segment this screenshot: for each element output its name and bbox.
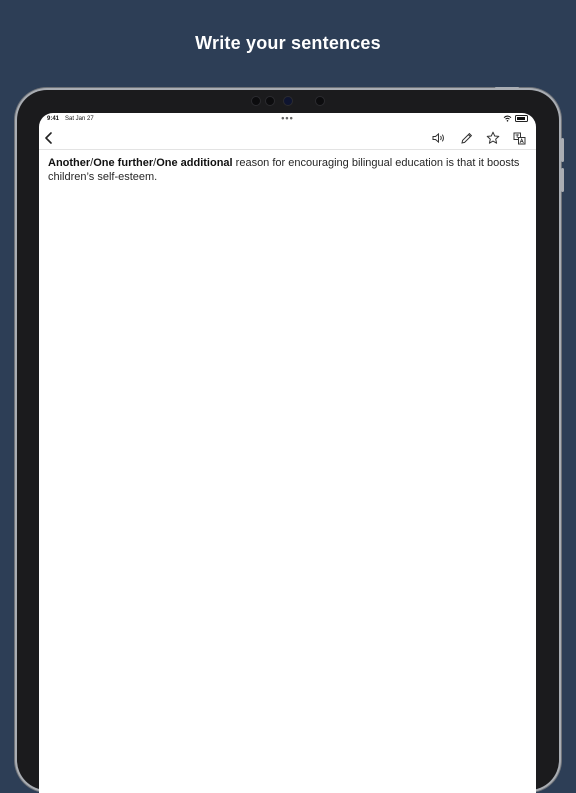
bold-phrase: Another	[48, 157, 91, 169]
sensor-icon	[265, 96, 275, 106]
sentence-text[interactable]: Another/One further/One additional reaso…	[48, 156, 526, 184]
camera-icon	[283, 96, 293, 106]
speaker-icon[interactable]	[431, 130, 447, 146]
bold-phrase: One additional	[156, 157, 233, 169]
sensor-icon	[251, 96, 261, 106]
tablet-frame: 9:41 Sat Jan 27 ••• Another/One further/…	[17, 87, 564, 793]
sensor-icon	[315, 96, 325, 106]
star-icon[interactable]	[485, 130, 501, 146]
volume-button-bottom	[561, 168, 564, 192]
volume-button-top	[561, 138, 564, 162]
app-screen: 9:41 Sat Jan 27 ••• Another/One further/…	[39, 113, 536, 793]
status-bar: 9:41 Sat Jan 27 •••	[39, 113, 536, 127]
wifi-icon	[503, 115, 512, 122]
pencil-icon[interactable]	[458, 130, 474, 146]
power-button	[495, 87, 519, 89]
camera-bar	[251, 96, 337, 106]
promo-title: Write your sentences	[195, 33, 381, 53]
bold-phrase: One further	[93, 157, 154, 169]
multitasking-dots[interactable]: •••	[39, 113, 536, 123]
battery-icon	[515, 115, 528, 122]
status-indicators	[503, 115, 528, 122]
toolbar	[39, 127, 536, 150]
translate-icon[interactable]	[511, 130, 527, 146]
chevron-left-icon[interactable]	[41, 130, 57, 146]
